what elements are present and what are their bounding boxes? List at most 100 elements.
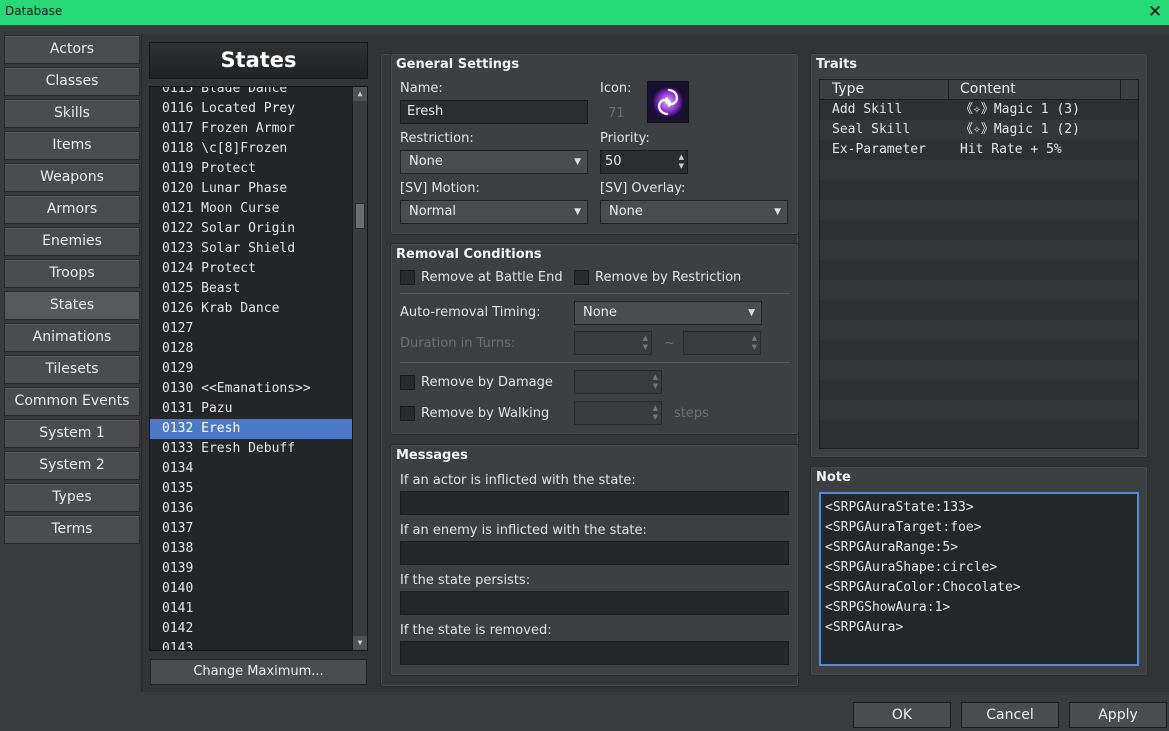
trait-row[interactable] <box>820 400 1138 420</box>
stepper-arrows-icon[interactable]: ▲ ▼ <box>653 373 658 391</box>
state-list-item[interactable]: 0118 \c[8]Frozen <box>150 139 353 159</box>
scroll-up-icon[interactable]: ▲ <box>353 87 367 101</box>
state-list-item[interactable]: 0136 <box>150 499 353 519</box>
state-list-item[interactable]: 0137 <box>150 519 353 539</box>
state-list-item[interactable]: 0119 Protect <box>150 159 353 179</box>
col-content-header[interactable]: Content <box>960 81 1016 97</box>
cancel-button[interactable]: Cancel <box>961 702 1059 728</box>
enemy-message-field[interactable] <box>400 541 789 565</box>
trait-row[interactable] <box>820 320 1138 340</box>
trait-row[interactable] <box>820 380 1138 400</box>
trait-row[interactable]: Seal Skill 《✧》Magic 1 (2) <box>820 120 1138 140</box>
duration-min-stepper[interactable]: ▲ ▼ <box>574 331 652 355</box>
sidebar-item-terms[interactable]: Terms <box>4 515 140 544</box>
trait-row[interactable] <box>820 220 1138 240</box>
trait-row[interactable] <box>820 300 1138 320</box>
duration-max-stepper[interactable]: ▲ ▼ <box>683 331 761 355</box>
trait-row[interactable] <box>820 340 1138 360</box>
trait-row[interactable] <box>820 160 1138 180</box>
apply-button[interactable]: Apply <box>1069 702 1167 728</box>
state-list-item[interactable]: 0115 Blade Dance <box>150 87 353 99</box>
note-textarea[interactable]: <SRPGAuraState:133> <SRPGAuraTarget:foe>… <box>819 492 1139 666</box>
state-icon-picker[interactable] <box>647 81 689 123</box>
trait-row[interactable] <box>820 260 1138 280</box>
sidebar-item-actors[interactable]: Actors <box>4 35 140 64</box>
name-field[interactable]: Eresh <box>400 100 588 124</box>
sidebar-item-armors[interactable]: Armors <box>4 195 140 224</box>
trait-row[interactable]: Add Skill 《✧》Magic 1 (3) <box>820 100 1138 120</box>
scroll-down-icon[interactable]: ▼ <box>353 636 367 650</box>
remove-restriction-checkbox[interactable] <box>574 270 589 285</box>
overlay-select[interactable]: None ▼ <box>600 200 788 224</box>
state-list-item[interactable]: 0116 Located Prey <box>150 99 353 119</box>
remove-battle-end-checkbox[interactable] <box>400 270 415 285</box>
state-list-item[interactable]: 0127 <box>150 319 353 339</box>
sidebar-item-classes[interactable]: Classes <box>4 67 140 96</box>
ok-button[interactable]: OK <box>853 702 951 728</box>
restriction-select[interactable]: None ▼ <box>400 150 588 174</box>
state-list-item[interactable]: 0129 <box>150 359 353 379</box>
sidebar-item-states[interactable]: States <box>4 291 140 320</box>
auto-removal-timing-select[interactable]: None ▼ <box>574 301 762 325</box>
stepper-arrows-icon[interactable]: ▲ ▼ <box>752 334 757 352</box>
remove-walking-checkbox[interactable] <box>400 406 415 421</box>
sidebar-item-enemies[interactable]: Enemies <box>4 227 140 256</box>
trait-row[interactable] <box>820 200 1138 220</box>
sidebar-item-types[interactable]: Types <box>4 483 140 512</box>
trait-row[interactable]: Ex-Parameter Hit Rate + 5% <box>820 140 1138 160</box>
persists-message-field[interactable] <box>400 591 789 615</box>
window-titlebar: Database ✕ <box>0 0 1169 25</box>
walking-stepper[interactable]: ▲ ▼ <box>574 401 662 425</box>
state-list-item[interactable]: 0124 Protect <box>150 259 353 279</box>
sidebar-item-system-1[interactable]: System 1 <box>4 419 140 448</box>
state-list-item[interactable]: 0143 <box>150 639 353 650</box>
sidebar-item-common-events[interactable]: Common Events <box>4 387 140 416</box>
state-list-item[interactable]: 0126 Krab Dance <box>150 299 353 319</box>
remove-damage-checkbox[interactable] <box>400 375 415 390</box>
state-list-item[interactable]: 0123 Solar Shield <box>150 239 353 259</box>
state-list-item[interactable]: 0130 <<Emanations>> <box>150 379 353 399</box>
stepper-arrows-icon[interactable]: ▲ ▼ <box>653 404 658 422</box>
state-list-item[interactable]: 0117 Frozen Armor <box>150 119 353 139</box>
sidebar-item-tilesets[interactable]: Tilesets <box>4 355 140 384</box>
change-maximum-button[interactable]: Change Maximum... <box>150 659 367 685</box>
state-list-item[interactable]: 0122 Solar Origin <box>150 219 353 239</box>
priority-stepper[interactable]: 50 ▲ ▼ <box>600 150 688 174</box>
state-list-item[interactable]: 0125 Beast <box>150 279 353 299</box>
sidebar-item-animations[interactable]: Animations <box>4 323 140 352</box>
state-list-item[interactable]: 0121 Moon Curse <box>150 199 353 219</box>
state-list-item[interactable]: 0135 <box>150 479 353 499</box>
sidebar-item-system-2[interactable]: System 2 <box>4 451 140 480</box>
trait-row[interactable] <box>820 360 1138 380</box>
stepper-arrows-icon[interactable]: ▲ ▼ <box>643 334 648 352</box>
state-list-item[interactable]: 0140 <box>150 579 353 599</box>
state-list-item[interactable]: 0128 <box>150 339 353 359</box>
state-list-item[interactable]: 0142 <box>150 619 353 639</box>
col-type-header[interactable]: Type <box>832 81 864 97</box>
states-list-scrollbar[interactable]: ▲ ▼ <box>352 87 367 650</box>
traits-table[interactable]: Type Content Add Skill 《✧》Magic 1 (3) Seal… <box>819 79 1139 449</box>
trait-row[interactable] <box>820 420 1138 440</box>
close-icon[interactable]: ✕ <box>1145 1 1165 23</box>
state-list-item[interactable]: 0138 <box>150 539 353 559</box>
trait-row[interactable] <box>820 240 1138 260</box>
removed-message-field[interactable] <box>400 641 789 665</box>
state-list-item[interactable]: 0132 Eresh <box>150 419 353 439</box>
trait-row[interactable] <box>820 280 1138 300</box>
state-list-item[interactable]: 0133 Eresh Debuff <box>150 439 353 459</box>
sidebar-item-weapons[interactable]: Weapons <box>4 163 140 192</box>
stepper-arrows-icon[interactable]: ▲ ▼ <box>679 153 684 171</box>
sidebar-item-troops[interactable]: Troops <box>4 259 140 288</box>
damage-stepper[interactable]: ▲ ▼ <box>574 370 662 394</box>
sidebar-item-skills[interactable]: Skills <box>4 99 140 128</box>
state-list-item[interactable]: 0134 <box>150 459 353 479</box>
trait-row[interactable] <box>820 180 1138 200</box>
motion-select[interactable]: Normal ▼ <box>400 200 588 224</box>
state-list-item[interactable]: 0141 <box>150 599 353 619</box>
scrollbar-thumb[interactable] <box>355 203 365 229</box>
actor-message-field[interactable] <box>400 491 789 515</box>
state-list-item[interactable]: 0120 Lunar Phase <box>150 179 353 199</box>
sidebar-item-items[interactable]: Items <box>4 131 140 160</box>
state-list-item[interactable]: 0139 <box>150 559 353 579</box>
state-list-item[interactable]: 0131 Pazu <box>150 399 353 419</box>
